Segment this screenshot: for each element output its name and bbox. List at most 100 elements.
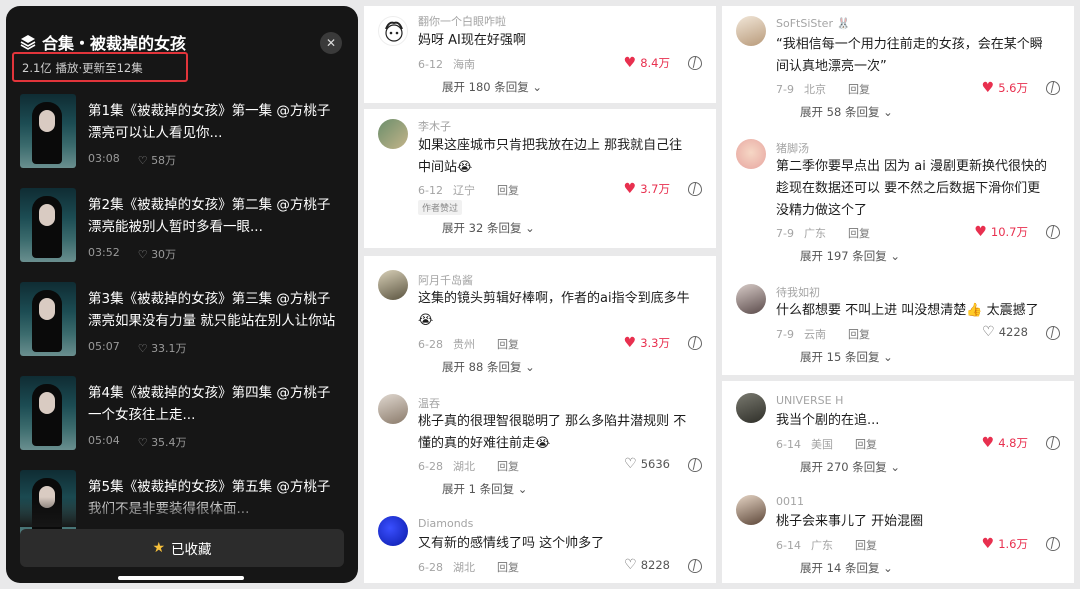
like-button[interactable]: ♡ 5636 (624, 457, 670, 471)
comment-date: 7-9 (776, 327, 794, 341)
like-button[interactable]: ♥ 4.8万 (982, 435, 1028, 451)
comment-location: 广东 (803, 227, 826, 240)
comment-text: 又有新的感情线了吗 这个帅多了 (418, 536, 605, 551)
avatar[interactable] (378, 119, 408, 149)
expand-replies-button[interactable]: 展开 1 条回复 ⌄ (442, 481, 527, 497)
dislike-icon[interactable] (688, 182, 702, 196)
collected-label: 已收藏 (171, 542, 212, 558)
like-button[interactable]: ♥ 1.6万 (982, 536, 1028, 552)
reply-button[interactable]: 回复 (848, 326, 870, 342)
episode-item[interactable]: 第1集《被裁掉的女孩》第一集 @方桃子 漂亮可以让人看见你... 03:08 ♡ … (20, 94, 344, 188)
comment-location: 广东 (810, 539, 833, 552)
comment-location: 贵州 (452, 338, 475, 351)
expand-replies-button[interactable]: 展开 14 条回复 ⌄ (800, 560, 893, 576)
dislike-icon[interactable] (1046, 326, 1060, 340)
dislike-icon[interactable] (688, 56, 702, 70)
avatar[interactable] (736, 139, 766, 169)
episode-thumbnail (20, 94, 76, 168)
heart-outline-icon: ♡ (982, 324, 995, 340)
dislike-icon[interactable] (1046, 81, 1060, 95)
avatar[interactable] (378, 270, 408, 300)
comment-location: 湖北 (452, 561, 475, 574)
expand-replies-button[interactable]: 展开 15 条回复 ⌄ (800, 349, 893, 365)
reply-button[interactable]: 回复 (497, 336, 519, 352)
like-button[interactable]: ♡ 8228 (624, 558, 670, 572)
like-button[interactable]: ♥ 10.7万 (974, 224, 1028, 240)
expand-replies-button[interactable]: 展开 270 条回复 ⌄ (800, 459, 900, 475)
episode-duration: 03:08 (88, 152, 120, 165)
comment-card: 李木子 如果这座城市只肯把我放在边上 那我就自己往中间站😭 6-12 辽宁 回复… (364, 109, 716, 248)
dislike-icon[interactable] (688, 559, 702, 573)
expand-replies-button[interactable]: 展开 32 条回复 ⌄ (442, 220, 535, 236)
expand-replies-button[interactable]: 展开 58 条回复 ⌄ (800, 104, 893, 120)
reply-button[interactable]: 回复 (855, 537, 877, 553)
avatar[interactable] (736, 284, 766, 314)
dislike-icon[interactable] (688, 458, 702, 472)
episode-title: 第1集《被裁掉的女孩》第一集 @方桃子 漂亮可以让人看见你... (88, 103, 331, 141)
dislike-icon[interactable] (1046, 225, 1060, 239)
layers-icon (20, 34, 36, 50)
avatar[interactable] (378, 16, 408, 46)
comment-location: 海南 (452, 58, 475, 71)
avatar[interactable] (736, 16, 766, 46)
comment-location: 北京 (803, 83, 826, 96)
like-button[interactable]: ♡ 4228 (982, 325, 1028, 339)
comment-username[interactable]: 待我如初 (776, 284, 820, 300)
reply-button[interactable]: 回复 (497, 559, 519, 575)
comment-username[interactable]: 阿月千岛酱 (418, 272, 473, 288)
expand-replies-button[interactable]: 展开 88 条回复 ⌄ (442, 359, 535, 375)
reply-button[interactable]: 回复 (855, 436, 877, 452)
comment-username[interactable]: 翻你一个白眼咋啦 (418, 13, 506, 29)
comment-username[interactable]: SoFtSiSter 🐰 (776, 17, 850, 30)
comment-card: 阿月千岛酱 这集的镜头剪辑好棒啊，作者的ai指令到底多牛😭 6-28 贵州 回复… (364, 256, 716, 583)
avatar[interactable] (736, 495, 766, 525)
comment-username[interactable]: 猪脚汤 (776, 140, 809, 156)
episode-title: 第4集《被裁掉的女孩》第四集 @方桃子 一个女孩往上走... (88, 385, 331, 423)
reply-button[interactable]: 回复 (848, 81, 870, 97)
comment-username[interactable]: 李木子 (418, 118, 451, 134)
heart-filled-icon: ♥ (974, 224, 987, 240)
like-button[interactable]: ♥ 3.3万 (624, 335, 670, 351)
reply-button[interactable]: 回复 (848, 225, 870, 241)
like-button[interactable]: ♥ 5.6万 (982, 80, 1028, 96)
collected-button[interactable]: ★ 已收藏 (20, 529, 344, 567)
like-button[interactable]: ♥ 8.4万 (624, 55, 670, 71)
comment-date: 6-12 (418, 57, 443, 71)
episode-meta: 05:07 ♡ 33.1万 (88, 340, 187, 356)
close-icon[interactable]: ✕ (320, 32, 342, 54)
comment-username[interactable]: 温吞 (418, 395, 440, 411)
episode-thumbnail (20, 188, 76, 262)
episode-item[interactable]: 第2集《被裁掉的女孩》第二集 @方桃子 漂亮能被别人暂时多看一眼... 03:5… (20, 188, 344, 282)
episode-thumbnail (20, 282, 76, 356)
episode-item[interactable]: 第4集《被裁掉的女孩》第四集 @方桃子 一个女孩往上走... 05:04 ♡ 35… (20, 376, 344, 470)
comment-date: 6-28 (418, 337, 443, 351)
episode-likes: ♡ 30万 (137, 248, 177, 261)
comment-username[interactable]: UNIVERSE H (776, 394, 843, 407)
collection-title-text: 合集・被裁掉的女孩 (42, 34, 187, 53)
expand-replies-button[interactable]: 展开 197 条回复 ⌄ (800, 248, 900, 264)
collection-panel: 合集・被裁掉的女孩 ✕ 2.1亿 播放·更新至12集 第1集《被裁掉的女孩》第一… (6, 6, 358, 583)
comment-text: 如果这座城市只肯把我放在边上 那我就自己往中间站😭 (418, 138, 683, 175)
episode-item[interactable]: 第3集《被裁掉的女孩》第三集 @方桃子 漂亮如果没有力量 就只能站在别人让你站的… (20, 282, 344, 376)
comment-location: 湖北 (452, 460, 475, 473)
heart-filled-icon: ♥ (981, 80, 995, 96)
reply-button[interactable]: 回复 (497, 182, 519, 198)
comment-username[interactable]: Diamonds (418, 517, 473, 530)
avatar[interactable] (736, 393, 766, 423)
star-icon: ★ (152, 540, 166, 556)
episode-list: 第1集《被裁掉的女孩》第一集 @方桃子 漂亮可以让人看见你... 03:08 ♡ … (20, 94, 344, 564)
dislike-icon[interactable] (1046, 436, 1060, 450)
comment-text: 第二季你要早点出 因为 ai 漫剧更新换代很快的 趁现在数据还可以 要不然之后数… (776, 159, 1047, 218)
comment-date: 6-14 (776, 437, 801, 451)
dislike-icon[interactable] (1046, 537, 1060, 551)
avatar[interactable] (378, 516, 408, 546)
expand-replies-button[interactable]: 展开 180 条回复 ⌄ (442, 79, 542, 95)
episode-likes: ♡ 58万 (137, 154, 177, 167)
reply-button[interactable]: 回复 (497, 458, 519, 474)
dislike-icon[interactable] (688, 336, 702, 350)
comment-username[interactable]: 0011 (776, 495, 804, 508)
avatar[interactable] (378, 394, 408, 424)
like-button[interactable]: ♥ 3.7万 (624, 181, 670, 197)
heart-outline-icon: ♡ (624, 557, 637, 573)
heart-filled-icon: ♥ (623, 55, 637, 71)
